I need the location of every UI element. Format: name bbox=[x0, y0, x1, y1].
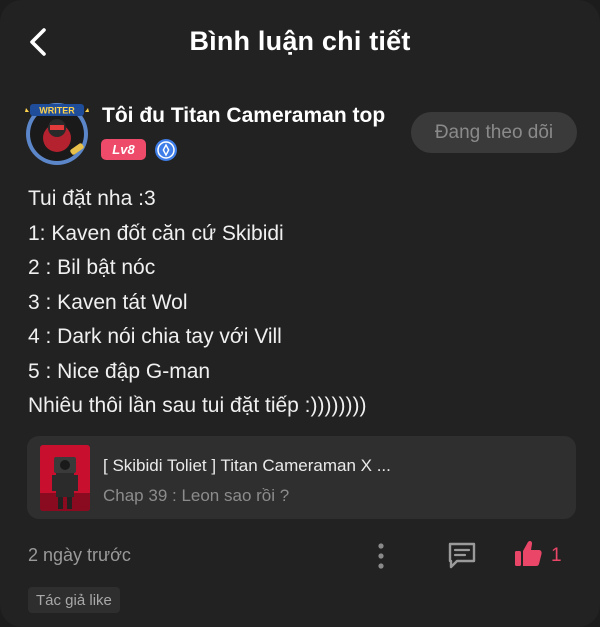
avatar[interactable]: WRITER bbox=[22, 98, 92, 168]
verified-icon bbox=[154, 138, 178, 162]
comment-line: Nhiêu thôi lần sau tui đặt tiếp :)))))))… bbox=[28, 394, 367, 417]
story-chapter: Chap 39 : Leon sao rồi ? bbox=[103, 486, 290, 505]
comment-line: Tui đặt nha :3 bbox=[28, 187, 156, 210]
like-count: 1 bbox=[551, 545, 562, 566]
comment-timestamp: 2 ngày trước bbox=[28, 545, 131, 565]
username[interactable]: Tôi đu Titan Cameraman top bbox=[102, 104, 385, 128]
comment-line: 3 : Kaven tát Wol bbox=[28, 290, 188, 314]
level-badge: Lv8 bbox=[101, 139, 146, 160]
comment-line: 1: Kaven đốt căn cứ Skibidi bbox=[28, 221, 284, 245]
avatar-banner-text: WRITER bbox=[39, 106, 75, 116]
comment-line: 4 : Dark nói chia tay với Vill bbox=[28, 325, 282, 348]
comment-body: Tui đặt nha :3 1: Kaven đốt căn cứ Skibi… bbox=[28, 182, 578, 424]
more-icon[interactable] bbox=[368, 540, 394, 572]
author-like-tag: Tác giả like bbox=[28, 587, 120, 613]
comment-line: 2 : Bil bật nóc bbox=[28, 256, 156, 279]
follow-button[interactable]: Đang theo dõi bbox=[411, 112, 577, 153]
comment-icon[interactable] bbox=[446, 540, 478, 570]
story-thumbnail bbox=[40, 445, 90, 511]
screen: Bình luận chi tiết WRITER Tôi đu Titan C… bbox=[0, 0, 600, 627]
comment-line: 5 : Nice đập G-man bbox=[28, 359, 211, 383]
header-bar: Bình luận chi tiết bbox=[0, 0, 600, 86]
like-icon[interactable] bbox=[512, 538, 544, 570]
story-title: [ Skibidi Toliet ] Titan Cameraman X ... bbox=[103, 456, 391, 475]
story-card[interactable]: [ Skibidi Toliet ] Titan Cameraman X ...… bbox=[27, 436, 576, 519]
page-title: Bình luận chi tiết bbox=[189, 26, 411, 56]
